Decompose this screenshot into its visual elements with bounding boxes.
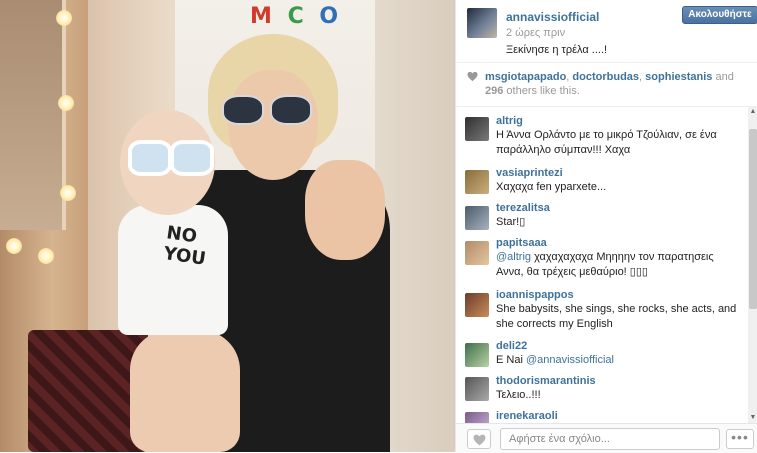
commenter-username[interactable]: papitsaaa bbox=[496, 237, 547, 249]
author-avatar[interactable] bbox=[467, 8, 497, 38]
likes-count[interactable]: 296 bbox=[485, 85, 503, 97]
photo-woman-sunglasses bbox=[222, 95, 312, 125]
comments-scrollbar[interactable]: ▲ ▼ bbox=[748, 107, 757, 423]
comment-text: E Nai @annavissiofficial bbox=[496, 353, 741, 368]
comment-text: Star!▯ bbox=[496, 216, 526, 228]
photo-woman-face bbox=[228, 70, 318, 180]
photo-bulb bbox=[38, 248, 54, 264]
follow-button[interactable]: Ακολουθήστε bbox=[682, 6, 757, 24]
post-time[interactable]: 2 ώρες πριν bbox=[506, 27, 565, 39]
commenter-username[interactable]: vasiaprintezi bbox=[496, 167, 563, 179]
likes-text: msgiotapapado, doctorbudas, sophiestanis… bbox=[485, 70, 740, 98]
comment-body: E Nai bbox=[496, 354, 526, 366]
more-options-button[interactable]: ••• bbox=[726, 429, 754, 449]
comment-input[interactable] bbox=[500, 428, 720, 450]
author-username[interactable]: annavissiofficial bbox=[506, 10, 599, 24]
photo-baby-leg bbox=[130, 330, 240, 452]
scroll-down-arrow-icon[interactable]: ▼ bbox=[748, 413, 757, 423]
commenter-username[interactable]: deli22 bbox=[496, 340, 527, 352]
commenter-username[interactable]: terezalitsa bbox=[496, 202, 550, 214]
comment-text: Η Άννα Ορλάντο με το μικρό Τζούλιαν, σε … bbox=[496, 129, 717, 156]
likes-and: and bbox=[712, 71, 734, 83]
commenter-avatar[interactable] bbox=[465, 293, 489, 317]
commenter-avatar[interactable] bbox=[465, 170, 489, 194]
comment-text: Χαχαχα fen yparxete... bbox=[496, 181, 607, 193]
post-side-panel: annavissiofficial 2 ώρες πριν Ξεκίνησε η… bbox=[455, 0, 757, 453]
comment-footer: ••• bbox=[456, 423, 757, 453]
commenter-avatar[interactable] bbox=[465, 117, 489, 141]
liker-link[interactable]: sophiestanis bbox=[645, 71, 712, 83]
liker-link[interactable]: msgiotapapado bbox=[485, 71, 566, 83]
scroll-up-arrow-icon[interactable]: ▲ bbox=[748, 107, 757, 117]
comment-mention[interactable]: @annavissiofficial bbox=[526, 354, 614, 366]
photo-baby-sunglasses bbox=[128, 140, 214, 176]
post-caption: Ξεκίνησε η τρέλα ....! bbox=[506, 44, 608, 56]
photo-shirt-print: NO YOU bbox=[162, 222, 208, 270]
heart-icon bbox=[473, 434, 486, 446]
commenter-username[interactable]: irenekaraoli bbox=[496, 410, 558, 422]
likes-summary: msgiotapapado, doctorbudas, sophiestanis… bbox=[456, 62, 757, 107]
photo-bulb bbox=[56, 10, 72, 26]
comment-text: She babysits, she sings, she rocks, she … bbox=[496, 303, 737, 330]
like-button[interactable] bbox=[467, 429, 491, 449]
photo-bulb bbox=[58, 95, 74, 111]
commenter-username[interactable]: thodorismarantinis bbox=[496, 375, 596, 387]
photo-bulb bbox=[6, 238, 22, 254]
likes-suffix: others like this. bbox=[503, 85, 580, 97]
heart-icon bbox=[467, 71, 478, 82]
photo-wall-letters: M C O bbox=[250, 4, 343, 29]
liker-link[interactable]: doctorbudas bbox=[572, 71, 639, 83]
photo-mirror bbox=[0, 0, 66, 230]
photo-bulb bbox=[60, 185, 76, 201]
post-header: annavissiofficial 2 ώρες πριν Ξεκίνησε η… bbox=[456, 0, 757, 63]
commenter-avatar[interactable] bbox=[465, 343, 489, 367]
commenter-username[interactable]: altrig bbox=[496, 115, 523, 127]
commenter-avatar[interactable] bbox=[465, 412, 489, 423]
commenter-avatar[interactable] bbox=[465, 377, 489, 401]
commenter-avatar[interactable] bbox=[465, 206, 489, 230]
comment-text: Τελειο..!!! bbox=[496, 389, 541, 401]
commenter-username[interactable]: ioannispappos bbox=[496, 289, 574, 301]
comment-mention[interactable]: @altrig bbox=[496, 251, 531, 263]
post-photo[interactable]: M C O NO YOU bbox=[0, 0, 455, 452]
comment-text: @altrig χαχαχαχαχα Μηηηην τον παρατησεις… bbox=[496, 250, 741, 280]
comments-list: altrig Η Άννα Ορλάντο με το μικρό Τζούλι… bbox=[456, 107, 747, 423]
scroll-thumb[interactable] bbox=[749, 129, 757, 309]
photo-open-hand bbox=[305, 160, 385, 260]
commenter-avatar[interactable] bbox=[465, 241, 489, 265]
